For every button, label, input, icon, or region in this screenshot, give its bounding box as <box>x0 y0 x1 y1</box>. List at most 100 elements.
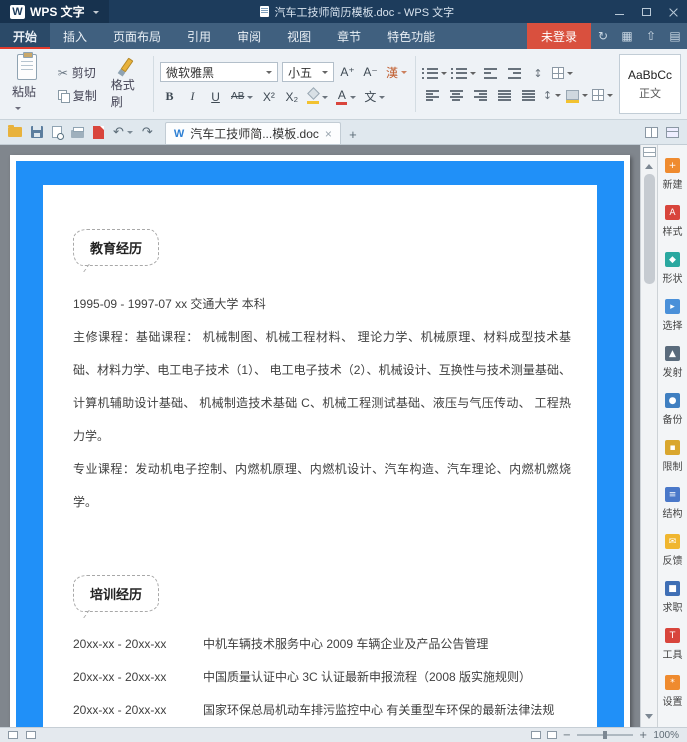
font-name-select[interactable]: 微软雅黑 <box>160 62 279 82</box>
scroll-down-arrow[interactable] <box>645 714 653 723</box>
bold-button[interactable]: B <box>160 87 179 106</box>
training-row[interactable]: 20xx-xx - 20xx-xx 国家环保总局机动车排污监控中心 有关重型车环… <box>73 694 571 727</box>
sidebar-item-new[interactable]: + 新建 <box>658 151 687 198</box>
zoom-level[interactable]: 100% <box>653 730 679 741</box>
document-canvas[interactable]: 教育经历 1995-09 - 1997-07 xx 交通大学 本科 主修课程：基… <box>0 145 640 727</box>
print-button[interactable] <box>71 126 84 138</box>
education-heading[interactable]: 教育经历 <box>73 229 160 266</box>
borders-button[interactable] <box>592 87 613 104</box>
page-info-icon[interactable] <box>8 731 18 739</box>
page-content[interactable]: 教育经历 1995-09 - 1997-07 xx 交通大学 本科 主修课程：基… <box>43 185 597 727</box>
sidebar-item-launch[interactable]: ▲ 发射 <box>658 339 687 386</box>
close-tab-icon[interactable]: × <box>325 127 332 141</box>
show-marks-button[interactable] <box>552 65 573 82</box>
copy-button[interactable]: 复制 <box>54 86 101 105</box>
apps-grid-icon[interactable]: ▦ <box>615 23 639 49</box>
page-view-icon[interactable] <box>530 731 541 739</box>
shading-button[interactable] <box>566 87 588 104</box>
zoom-out-button[interactable]: − <box>563 730 571 741</box>
sidebar-item-settings[interactable]: * 设置 <box>658 668 687 715</box>
underline-button[interactable]: U <box>206 87 225 106</box>
tab-home[interactable]: 开始 <box>0 23 51 49</box>
redo-button[interactable]: ↷ <box>142 125 153 140</box>
education-line[interactable]: 1995-09 - 1997-07 xx 交通大学 本科 <box>73 288 571 321</box>
vertical-scrollbar[interactable] <box>640 145 657 727</box>
sidebar-item-backup[interactable]: ● 备份 <box>658 386 687 433</box>
tab-review[interactable]: 审阅 <box>224 23 274 49</box>
numbered-list-icon <box>451 67 467 79</box>
minimize-button[interactable] <box>606 0 633 23</box>
professional-courses-paragraph[interactable]: 专业课程：发动机电子控制、内燃机原理、内燃机设计、汽车构造、汽车理论、内燃机燃烧… <box>73 453 571 519</box>
refresh-icon[interactable]: ↻ <box>591 23 615 49</box>
format-painter-button[interactable]: 格式刷 <box>107 54 147 114</box>
sidebar-item-tools[interactable]: T 工具 <box>658 621 687 668</box>
sidebar-item-restrict[interactable]: ▪ 限制 <box>658 433 687 480</box>
maximize-button[interactable] <box>633 0 660 23</box>
distribute-button[interactable] <box>518 87 538 104</box>
zoom-in-button[interactable]: + <box>639 730 647 741</box>
scrollbar-thumb[interactable] <box>643 174 655 284</box>
sidebar-item-shapes[interactable]: ◆ 形状 <box>658 245 687 292</box>
tab-section[interactable]: 章节 <box>324 23 374 49</box>
sort-button[interactable]: ↕ <box>528 65 548 82</box>
split-view-icon[interactable] <box>645 126 658 138</box>
cut-button[interactable]: ✂ 剪切 <box>54 63 101 82</box>
align-center-button[interactable] <box>446 87 466 104</box>
shrink-font-button[interactable]: A⁻ <box>361 63 380 82</box>
tab-page-layout[interactable]: 页面布局 <box>100 23 174 49</box>
training-row[interactable]: 20xx-xx - 20xx-xx 中国质量认证中心 3C 认证最新申报流程（2… <box>73 661 571 694</box>
scroll-up-arrow[interactable] <box>645 160 653 169</box>
chinese-convert-button[interactable]: 漢 <box>384 63 409 82</box>
sidebar-item-job[interactable]: ■ 求职 <box>658 574 687 621</box>
superscript-button[interactable]: X² <box>259 87 278 106</box>
close-button[interactable] <box>660 0 687 23</box>
align-right-button[interactable] <box>470 87 490 104</box>
pinyin-guide-button[interactable]: 文 <box>362 87 387 106</box>
increase-indent-button[interactable] <box>504 65 524 82</box>
tab-references[interactable]: 引用 <box>174 23 224 49</box>
highlight-color-button[interactable] <box>305 87 330 106</box>
word-count-icon[interactable] <box>26 731 36 739</box>
subscript-button[interactable]: X₂ <box>282 87 301 106</box>
training-row[interactable]: 20xx-xx - 20xx-xx 中机车辆技术服务中心 2009 车辆企业及产… <box>73 628 571 661</box>
training-heading[interactable]: 培训经历 <box>73 575 160 612</box>
zoom-slider-knob[interactable] <box>603 731 608 739</box>
open-file-button[interactable] <box>8 125 22 137</box>
italic-button[interactable]: I <box>183 87 202 106</box>
font-color-button[interactable]: A <box>334 87 358 106</box>
major-courses-paragraph[interactable]: 主修课程：基础课程： 机械制图、机械工程材料、 理论力学、机械原理、材料成型技术… <box>73 321 571 453</box>
zoom-slider[interactable] <box>577 731 634 739</box>
upgrade-icon[interactable]: ⇧ <box>639 23 663 49</box>
app-menu-button[interactable]: W WPS 文字 <box>0 0 109 23</box>
web-view-icon[interactable] <box>546 731 557 739</box>
sidebar-item-structure[interactable]: ≡ 结构 <box>658 480 687 527</box>
document-page[interactable]: 教育经历 1995-09 - 1997-07 xx 交通大学 本科 主修课程：基… <box>10 155 630 727</box>
export-pdf-button[interactable] <box>93 125 104 139</box>
new-tab-button[interactable]: + <box>343 124 363 144</box>
sidebar-item-feedback[interactable]: ✉ 反馈 <box>658 527 687 574</box>
align-left-button[interactable] <box>422 87 442 104</box>
font-size-select[interactable]: 小五 <box>282 62 335 82</box>
sidebar-item-select[interactable]: ▸ 选择 <box>658 292 687 339</box>
tab-insert[interactable]: 插入 <box>50 23 100 49</box>
justify-button[interactable] <box>494 87 514 104</box>
bullet-list-button[interactable] <box>422 65 447 82</box>
line-spacing-button[interactable]: ↕ <box>542 87 562 104</box>
list-icon[interactable]: ▤ <box>663 23 687 49</box>
tab-special-features[interactable]: 特色功能 <box>374 23 448 49</box>
login-button[interactable]: 未登录 <box>526 23 591 49</box>
sidebar-item-styles[interactable]: A 样式 <box>658 198 687 245</box>
task-window-icon[interactable] <box>666 126 679 138</box>
undo-button[interactable]: ↶ <box>113 125 133 140</box>
paste-button[interactable]: 粘贴 <box>6 52 48 114</box>
document-tab[interactable]: W 汽车工技师简...模板.doc × <box>164 122 341 144</box>
grow-font-button[interactable]: A⁺ <box>338 63 357 82</box>
strikethrough-button[interactable]: AB <box>229 87 255 106</box>
split-screen-icon[interactable] <box>642 147 656 157</box>
decrease-indent-button[interactable] <box>480 65 500 82</box>
save-button[interactable] <box>31 126 43 138</box>
print-preview-button[interactable] <box>52 126 64 140</box>
tab-view[interactable]: 视图 <box>274 23 324 49</box>
style-gallery[interactable]: AaBbCc 正文 <box>619 54 681 114</box>
numbered-list-button[interactable] <box>451 65 476 82</box>
